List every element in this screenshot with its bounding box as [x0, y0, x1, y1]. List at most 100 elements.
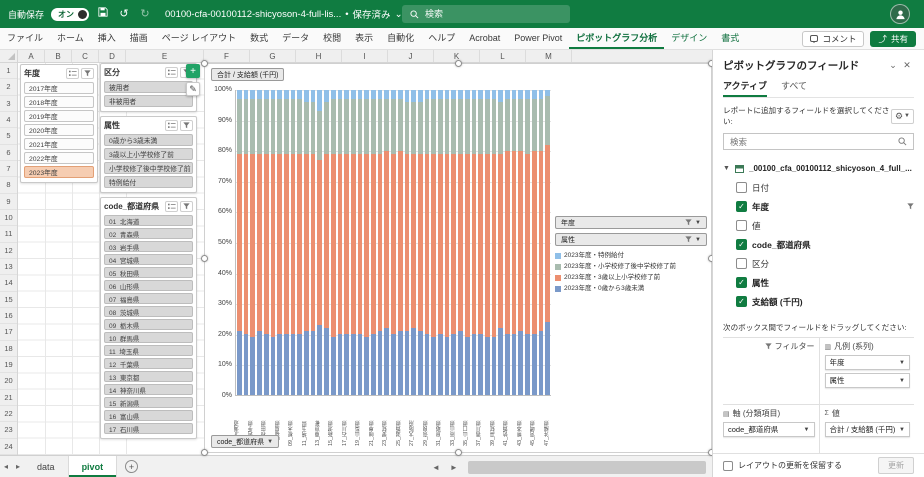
field-checkbox[interactable]: [736, 258, 747, 269]
slicer-item[interactable]: 2020年度: [24, 124, 94, 136]
field-row[interactable]: 日付: [723, 178, 914, 197]
ribbon-tab[interactable]: ファイル: [0, 28, 50, 49]
add-button[interactable]: +: [186, 64, 200, 78]
field-row[interactable]: 値: [723, 216, 914, 235]
fields-search-box[interactable]: [723, 133, 914, 150]
tools-gear-button[interactable]: ⚙ ▼: [891, 109, 914, 124]
field-checkbox[interactable]: ✓: [736, 277, 747, 288]
field-checkbox[interactable]: ✓: [736, 296, 747, 307]
column-header[interactable]: F: [204, 50, 250, 62]
autosave-toggle[interactable]: オン: [51, 8, 89, 21]
scroll-right-icon[interactable]: ►: [446, 463, 462, 472]
row-header[interactable]: 5: [0, 128, 17, 144]
ribbon-tab[interactable]: 自動化: [380, 28, 421, 49]
comments-button[interactable]: コメント: [802, 31, 864, 47]
row-header[interactable]: 10: [0, 210, 17, 226]
clear-filter-icon[interactable]: [81, 68, 94, 79]
slicer-item[interactable]: 2017年度: [24, 82, 94, 94]
clear-filter-icon[interactable]: [180, 201, 193, 212]
selection-handle[interactable]: [201, 255, 208, 262]
field-checkbox[interactable]: ✓: [736, 239, 747, 250]
sheet-nav-right-icon[interactable]: ▸: [12, 462, 24, 471]
column-header[interactable]: M: [526, 50, 572, 62]
clear-filter-icon[interactable]: [180, 120, 193, 131]
fields-search-input[interactable]: [730, 137, 894, 147]
area-field-pill[interactable]: code_都道府県▼: [723, 422, 815, 437]
selection-handle[interactable]: [201, 449, 208, 456]
chart-legend-field-button-attribute[interactable]: 属性 ▼: [555, 233, 707, 246]
chart-axis-field-button[interactable]: code_都道府県 ▼: [211, 435, 279, 448]
select-all-corner[interactable]: [0, 50, 18, 62]
row-header[interactable]: 20: [0, 373, 17, 389]
ribbon-tab[interactable]: Power Pivot: [507, 28, 569, 49]
column-header[interactable]: G: [250, 50, 296, 62]
slicer-item[interactable]: 08_茨城県: [104, 306, 193, 317]
slicer-item[interactable]: 15_新潟県: [104, 397, 193, 408]
row-header[interactable]: 2: [0, 79, 17, 95]
column-header[interactable]: J: [388, 50, 434, 62]
row-header[interactable]: 14: [0, 275, 17, 291]
row-header[interactable]: 11: [0, 226, 17, 242]
chart-value-field-button[interactable]: 合計 / 支給額 (千円): [211, 68, 284, 81]
scroll-left-icon[interactable]: ◄: [428, 463, 444, 472]
ribbon-tab[interactable]: Acrobat: [462, 28, 507, 49]
ribbon-tab[interactable]: ホーム: [50, 28, 91, 49]
horizontal-scrollbar[interactable]: ◄ ►: [428, 458, 706, 476]
chart-legend-field-button-year[interactable]: 年度 ▼: [555, 216, 707, 229]
area-field-pill[interactable]: 年度▼: [825, 355, 911, 370]
field-row[interactable]: ✓code_都道府県: [723, 235, 914, 254]
tab-all[interactable]: すべて: [781, 79, 807, 97]
slicer-item[interactable]: 2021年度: [24, 138, 94, 150]
row-header[interactable]: 6: [0, 145, 17, 161]
column-header[interactable]: C: [72, 50, 99, 62]
slicer-item[interactable]: 10_群馬県: [104, 332, 193, 343]
update-button[interactable]: 更新: [878, 457, 914, 474]
ribbon-tab[interactable]: ヘルプ: [421, 28, 462, 49]
slicer-item[interactable]: 小学校修了後中学校修了前: [104, 162, 193, 174]
row-header[interactable]: 16: [0, 308, 17, 324]
row-header[interactable]: 24: [0, 439, 17, 455]
slicer-item[interactable]: 被用者: [104, 81, 193, 93]
ribbon-tab[interactable]: 描画: [123, 28, 155, 49]
row-header[interactable]: 17: [0, 324, 17, 340]
slicer-attribute[interactable]: 属性 0歳から3歳未満3歳以上小学校修了前小学校修了後中学校修了前特例給付: [100, 116, 197, 193]
column-header[interactable]: H: [296, 50, 342, 62]
column-header[interactable]: A: [18, 50, 45, 62]
sheet-tab-data[interactable]: data: [24, 456, 69, 477]
document-title[interactable]: 00100-cfa-00100112-shicyoson-4-full-lis.…: [165, 7, 403, 21]
column-header[interactable]: B: [45, 50, 72, 62]
slicer-item[interactable]: 11_埼玉県: [104, 345, 193, 356]
multiselect-icon[interactable]: [165, 201, 178, 212]
ribbon-tab[interactable]: 挿入: [91, 28, 123, 49]
new-sheet-button[interactable]: +: [125, 460, 138, 473]
field-checkbox[interactable]: [736, 182, 747, 193]
selection-handle[interactable]: [201, 60, 208, 67]
search-input[interactable]: [425, 9, 562, 19]
slicer-item[interactable]: 非被用者: [104, 95, 193, 107]
ribbon-tab[interactable]: 書式: [714, 28, 746, 49]
row-header[interactable]: 21: [0, 390, 17, 406]
save-icon[interactable]: [96, 1, 110, 27]
field-checkbox[interactable]: [736, 220, 747, 231]
slicer-year[interactable]: 年度 2017年度2018年度2019年度2020年度2021年度2022年度2…: [20, 64, 98, 183]
slicer-item[interactable]: 特例給付: [104, 176, 193, 188]
field-checkbox[interactable]: ✓: [736, 201, 747, 212]
field-row[interactable]: ✓年度: [723, 197, 914, 216]
slicer-item[interactable]: 16_富山県: [104, 410, 193, 421]
pivot-chart[interactable]: 合計 / 支給額 (千円) 100%90%80%70%60%50%40%30%2…: [204, 63, 712, 453]
slicer-item[interactable]: 05_秋田県: [104, 267, 193, 278]
selection-handle[interactable]: [455, 449, 462, 456]
row-header[interactable]: 4: [0, 112, 17, 128]
area-field-pill[interactable]: 合計 / 支給額 (千円)▼: [825, 422, 911, 437]
area-filters[interactable]: フィルター: [723, 338, 819, 404]
slicer-item[interactable]: 2022年度: [24, 152, 94, 164]
area-legend-series[interactable]: ▥ 凡例 (系列) 年度▼属性▼: [819, 338, 915, 404]
field-row[interactable]: ✓支給額 (千円): [723, 292, 914, 311]
row-header[interactable]: 7: [0, 161, 17, 177]
pane-options-icon[interactable]: ⌄: [886, 60, 900, 71]
slicer-item[interactable]: 14_神奈川県: [104, 384, 193, 395]
row-header[interactable]: 1: [0, 63, 17, 79]
slicer-item[interactable]: 06_山形県: [104, 280, 193, 291]
row-header[interactable]: 22: [0, 406, 17, 422]
slicer-item[interactable]: 01_北海道: [104, 215, 193, 226]
